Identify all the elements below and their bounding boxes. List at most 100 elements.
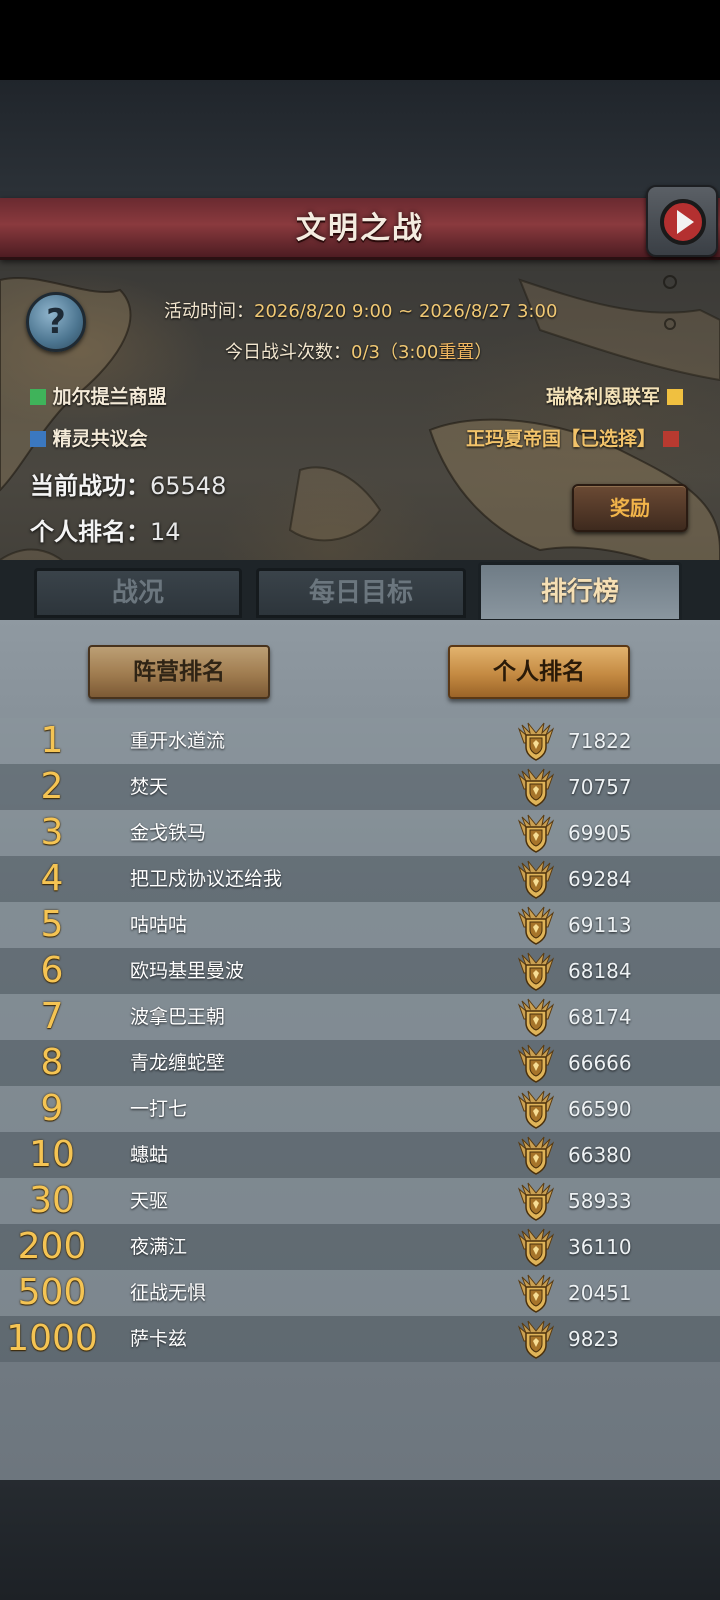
faction-ranking-button[interactable]: 阵营排名 <box>88 645 270 699</box>
tab-daily-goals[interactable]: 每日目标 <box>256 568 466 618</box>
rank-label: 个人排名： <box>30 518 150 546</box>
player-score: 70757 <box>568 775 632 799</box>
player-score: 68174 <box>568 1005 632 1029</box>
tab-leaderboard[interactable]: 排行榜 <box>478 562 682 622</box>
player-name: 把卫戍协议还给我 <box>130 868 283 890</box>
ranking-row[interactable]: 4 把卫戍协议还给我 69284 <box>0 856 720 902</box>
rank-number: 8 <box>40 1042 64 1083</box>
player-name: 欧玛基里曼波 <box>130 960 245 982</box>
player-name: 咕咕咕 <box>130 914 188 936</box>
player-name: 重开水道流 <box>130 730 226 752</box>
current-merit: 当前战功：65548 <box>30 466 226 501</box>
medal-icon <box>516 1273 556 1313</box>
play-video-icon <box>660 199 706 245</box>
ranking-row[interactable]: 10 蟪蛄 66380 <box>0 1132 720 1178</box>
player-name: 青龙缠蛇壁 <box>130 1052 226 1074</box>
reward-button[interactable]: 奖励 <box>572 484 688 532</box>
ranking-row[interactable]: 1000 萨卡兹 9823 <box>0 1316 720 1362</box>
medal-icon <box>516 721 556 761</box>
player-name: 天驱 <box>130 1190 169 1212</box>
daily-battles-reset: 重置 <box>438 342 475 363</box>
player-name: 焚天 <box>130 776 169 798</box>
medal-icon <box>516 1181 556 1221</box>
tab-battle-status[interactable]: 战况 <box>34 568 242 618</box>
rank-number: 10 <box>29 1134 75 1175</box>
player-score: 9823 <box>568 1327 619 1351</box>
faction-color-square <box>666 389 683 405</box>
player-score: 69284 <box>568 867 632 891</box>
player-name: 萨卡兹 <box>130 1328 188 1350</box>
ranking-row[interactable]: 500 征战无惧 20451 <box>0 1270 720 1316</box>
daily-battles-label: 今日战斗次数： <box>225 342 351 363</box>
event-time-label: 活动时间： <box>164 301 254 322</box>
rank-number: 1000 <box>6 1318 98 1359</box>
ranking-row[interactable]: 3 金戈铁马 69905 <box>0 810 720 856</box>
player-name: 蟪蛄 <box>130 1144 169 1166</box>
help-button[interactable]: ? <box>26 292 86 352</box>
rank-value: 14 <box>150 518 181 546</box>
player-score: 36110 <box>568 1235 632 1259</box>
medal-icon <box>516 951 556 991</box>
faction-left-2: 精灵共议会 <box>30 424 148 451</box>
player-score: 66380 <box>568 1143 632 1167</box>
ranking-row[interactable]: 5 咕咕咕 69113 <box>0 902 720 948</box>
player-name: 征战无惧 <box>130 1282 207 1304</box>
ranking-row[interactable]: 1 重开水道流 71822 <box>0 718 720 764</box>
daily-battles: 今日战斗次数：0/3（3:00重置） <box>225 338 492 364</box>
player-score: 69113 <box>568 913 632 937</box>
player-name: 夜满江 <box>130 1236 188 1258</box>
ranking-row[interactable]: 8 青龙缠蛇壁 66666 <box>0 1040 720 1086</box>
medal-icon <box>516 1227 556 1267</box>
ranking-row[interactable]: 200 夜满江 36110 <box>0 1224 720 1270</box>
faction-left-1: 加尔提兰商盟 <box>30 382 167 409</box>
medal-icon <box>516 1089 556 1129</box>
medal-icon <box>516 813 556 853</box>
faction-right-2-selected: 正玛夏帝国【已选择】 <box>466 424 679 451</box>
event-time-value: 2026/8/20 9:00 ~ 2026/8/27 3:00 <box>254 301 558 322</box>
player-score: 69905 <box>568 821 632 845</box>
ranking-row[interactable]: 30 天驱 58933 <box>0 1178 720 1224</box>
rank-number: 30 <box>29 1180 75 1221</box>
medal-icon <box>516 767 556 807</box>
faction-name: 加尔提兰商盟 <box>52 386 167 408</box>
player-score: 68184 <box>568 959 632 983</box>
rank-number: 4 <box>40 858 64 899</box>
background-bottom <box>0 1480 720 1600</box>
event-time: 活动时间：2026/8/20 9:00 ~ 2026/8/27 3:00 <box>164 297 557 323</box>
faction-name: 精灵共议会 <box>52 428 148 450</box>
background-top <box>0 80 720 200</box>
medal-icon <box>516 859 556 899</box>
rank-number: 6 <box>40 950 64 991</box>
daily-battles-close: ） <box>474 342 493 363</box>
rank-number: 1 <box>40 720 64 761</box>
player-score: 71822 <box>568 729 632 753</box>
rank-number: 200 <box>17 1226 87 1267</box>
player-score: 66590 <box>568 1097 632 1121</box>
page-title: 文明之战 <box>296 211 424 246</box>
player-score: 58933 <box>568 1189 632 1213</box>
ranking-row[interactable]: 9 一打七 66590 <box>0 1086 720 1132</box>
ranking-row[interactable]: 7 波拿巴王朝 68174 <box>0 994 720 1040</box>
medal-icon <box>516 905 556 945</box>
merit-label: 当前战功： <box>30 472 150 500</box>
question-icon: ? <box>46 302 66 342</box>
ranking-row[interactable]: 2 焚天 70757 <box>0 764 720 810</box>
ranking-row[interactable]: 6 欧玛基里曼波 68184 <box>0 948 720 994</box>
video-button[interactable] <box>646 185 718 257</box>
faction-right-1: 瑞格利恩联军 <box>546 382 683 409</box>
personal-ranking-button[interactable]: 个人排名 <box>448 645 630 699</box>
rank-number: 500 <box>17 1272 87 1313</box>
merit-value: 65548 <box>150 472 227 500</box>
player-name: 金戈铁马 <box>130 822 207 844</box>
faction-color-square <box>30 389 46 405</box>
medal-icon <box>516 1135 556 1175</box>
player-score: 66666 <box>568 1051 632 1075</box>
rank-number: 9 <box>40 1088 64 1129</box>
medal-icon <box>516 1319 556 1359</box>
title-banner: 文明之战 <box>0 198 720 260</box>
rank-number: 3 <box>40 812 64 853</box>
daily-battles-value: 0/3（3:00 <box>351 342 439 363</box>
player-score: 20451 <box>568 1281 632 1305</box>
rank-number: 7 <box>40 996 64 1037</box>
status-bar-area <box>0 0 720 80</box>
